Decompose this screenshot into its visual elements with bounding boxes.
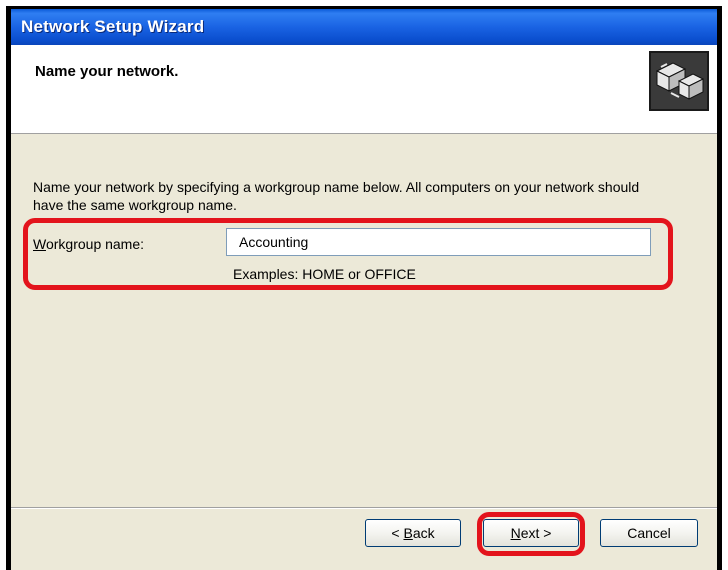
header-panel: Name your network. [11, 45, 717, 134]
workgroup-label-mnemonic: W [33, 236, 46, 252]
back-button-mnemonic: B [403, 525, 412, 541]
back-button[interactable]: < Back [365, 519, 461, 547]
workgroup-name-input[interactable] [226, 228, 651, 256]
wizard-window: Network Setup Wizard Name your network. … [6, 6, 722, 570]
window-title: Network Setup Wizard [21, 17, 204, 37]
next-button[interactable]: Next > [483, 519, 579, 547]
cancel-button[interactable]: Cancel [600, 519, 698, 547]
footer-divider [11, 507, 717, 508]
next-button-text: ext > [521, 525, 552, 541]
title-bar: Network Setup Wizard [11, 9, 717, 45]
description-text: Name your network by specifying a workgr… [33, 178, 673, 214]
back-button-text: ack [413, 525, 435, 541]
content-area: Name your network by specifying a workgr… [11, 134, 717, 510]
workgroup-label: Workgroup name: [33, 236, 144, 252]
back-button-prefix: < [391, 525, 403, 541]
page-heading: Name your network. [35, 63, 178, 80]
next-button-mnemonic: N [511, 525, 521, 541]
workgroup-label-text: orkgroup name: [46, 236, 144, 252]
network-computers-icon [649, 51, 709, 111]
workgroup-examples-hint: Examples: HOME or OFFICE [233, 266, 416, 282]
